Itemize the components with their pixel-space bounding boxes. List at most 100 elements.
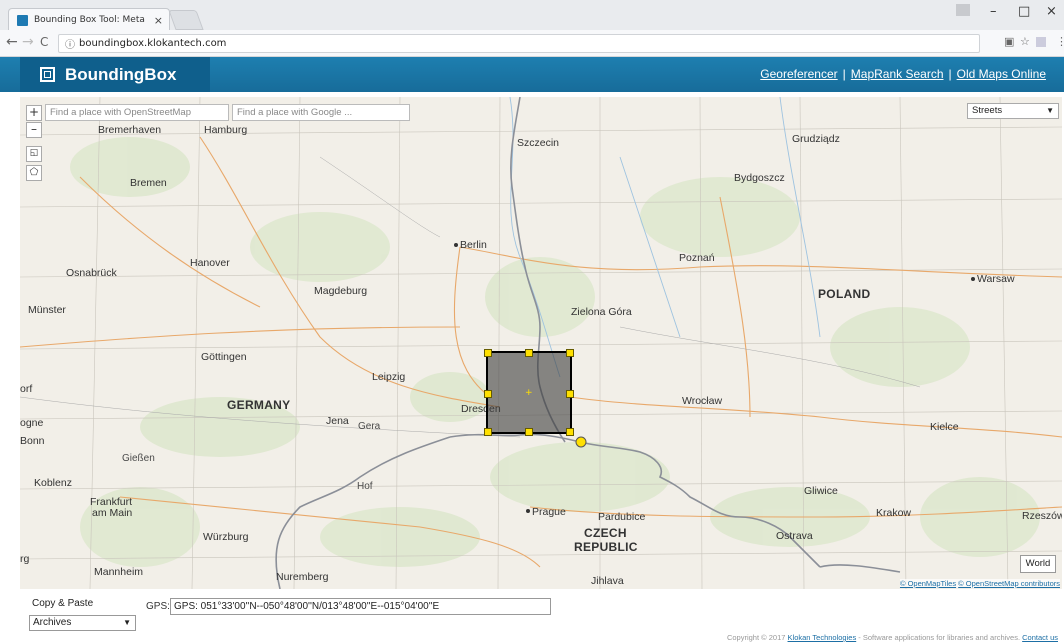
map-label: Leipzig xyxy=(372,371,406,383)
logo-text: BoundingBox xyxy=(65,64,177,84)
chevron-down-icon: ▼ xyxy=(123,618,131,627)
gps-label: GPS: xyxy=(146,601,170,612)
link-separator: | xyxy=(842,67,846,81)
map-label: Mannheim xyxy=(94,566,144,578)
browser-tab[interactable]: Bounding Box Tool: Meta × xyxy=(8,8,170,31)
tab-close-icon[interactable]: × xyxy=(154,14,163,27)
draw-rectangle-icon[interactable]: ◱ xyxy=(26,146,42,162)
map-label: ogne xyxy=(20,417,44,429)
layer-select-value: Streets xyxy=(972,105,1003,116)
map-label: Würzburg xyxy=(203,531,249,543)
map-label: Gera xyxy=(358,421,381,432)
chevron-down-icon: ▼ xyxy=(1046,106,1054,115)
map-label: Nuremberg xyxy=(276,571,329,583)
minimize-button[interactable]: – xyxy=(990,4,997,19)
address-bar-row: ← → C ⓘ boundingbox.klokantech.com ▣ ☆ ⋮ xyxy=(0,30,1064,57)
url-text: boundingbox.klokantech.com xyxy=(79,38,227,49)
footer-copyright: Copyright © 2017 xyxy=(726,633,786,642)
logo[interactable]: BoundingBox xyxy=(20,57,210,92)
map-label: Jena xyxy=(326,415,349,427)
map-label: orf xyxy=(20,383,33,395)
map-label: Bremerhaven xyxy=(98,124,162,136)
link-maprank-search[interactable]: MapRank Search xyxy=(851,67,944,81)
map-label: CZECH xyxy=(584,526,627,540)
zoom-out-button[interactable]: – xyxy=(26,122,42,138)
map-label: Münster xyxy=(28,304,66,316)
resize-handle[interactable] xyxy=(566,349,574,357)
bookmark-star-icon[interactable]: ☆ xyxy=(1020,35,1030,48)
menu-icon[interactable]: ⋮ xyxy=(1056,35,1064,48)
map-label: Hof xyxy=(357,481,373,492)
map-label: Gliwice xyxy=(804,485,838,497)
map-label: Grudziądz xyxy=(792,133,840,145)
link-georeferencer[interactable]: Georeferencer xyxy=(760,67,837,81)
format-select[interactable]: Archives ▼ xyxy=(29,615,136,631)
info-icon[interactable]: ⓘ xyxy=(65,36,75,51)
search-google-input[interactable]: Find a place with Google ... xyxy=(232,104,410,121)
resize-handle[interactable] xyxy=(484,428,492,436)
zoom-in-button[interactable]: + xyxy=(26,105,42,121)
map-label: Jihlava xyxy=(591,575,624,587)
copy-paste-label: Copy & Paste xyxy=(32,598,94,609)
map-label: am Main xyxy=(92,507,133,519)
map-label: Szczecin xyxy=(517,137,560,149)
close-window-button[interactable]: × xyxy=(1046,4,1057,19)
map-label: Gießen xyxy=(122,453,155,464)
bottom-panel: Copy & Paste Archives ▼ GPS: GPS: 051°33… xyxy=(20,592,1062,644)
map-label: Bydgoszcz xyxy=(734,172,785,184)
attribution-osm-link[interactable]: © OpenStreetMap contributors xyxy=(958,579,1060,588)
map-label: GERMANY xyxy=(227,398,291,412)
extension-icon[interactable] xyxy=(1036,37,1046,47)
gps-output-field[interactable]: GPS: 051°33'00''N--050°48'00''N/013°48'0… xyxy=(170,598,551,615)
map-label: Warsaw xyxy=(977,273,1015,285)
browser-tab-bar: Bounding Box Tool: Meta × – □ × xyxy=(0,0,1064,31)
new-tab-button[interactable] xyxy=(168,10,204,30)
resize-handle[interactable] xyxy=(484,390,492,398)
header-links: Georeferencer | MapRank Search | Old Maps On… xyxy=(760,67,1046,81)
center-move-handle[interactable]: + xyxy=(525,389,533,398)
footer: Copyright © 2017 Klokan Technologies - S… xyxy=(727,633,1058,642)
link-old-maps-online[interactable]: Old Maps Online xyxy=(957,67,1046,81)
map-label: Rzeszów xyxy=(1022,510,1062,522)
map-label: Pardubice xyxy=(598,511,646,523)
bounding-box-selection[interactable]: + xyxy=(484,349,574,436)
map-canvas[interactable]: Bremerhaven Hamburg Szczecin Grudziądz B… xyxy=(20,97,1062,589)
format-select-value: Archives xyxy=(33,617,72,628)
resize-handle[interactable] xyxy=(525,349,533,357)
map-label: Prague xyxy=(532,506,566,518)
profile-icon[interactable] xyxy=(956,4,970,16)
resize-handle[interactable] xyxy=(525,428,533,436)
map-label: Koblenz xyxy=(34,477,72,489)
resize-handle[interactable] xyxy=(566,390,574,398)
map-label: Osnabrück xyxy=(66,267,117,279)
map-label: Bonn xyxy=(20,435,45,447)
footer-company-link[interactable]: Klokan Technologies xyxy=(788,633,857,642)
map-label: Berlin xyxy=(460,239,487,251)
resize-handle[interactable] xyxy=(484,349,492,357)
reload-button[interactable]: C xyxy=(40,35,48,49)
world-button[interactable]: World xyxy=(1020,555,1056,573)
map-label: Kielce xyxy=(930,421,959,433)
back-button[interactable]: ← xyxy=(6,34,18,50)
map-label: Göttingen xyxy=(201,351,247,363)
map-label: Hamburg xyxy=(204,124,248,136)
map-label: Krakow xyxy=(876,507,912,519)
app-header: BoundingBox Georeferencer | MapRank Search… xyxy=(0,57,1064,92)
map-label: rg xyxy=(20,553,30,565)
map-label: REPUBLIC xyxy=(574,540,638,554)
favicon-icon xyxy=(17,14,28,26)
map-label: POLAND xyxy=(818,287,871,301)
search-osm-input[interactable]: Find a place with OpenStreetMap xyxy=(45,104,229,121)
contact-us-link[interactable]: Contact us xyxy=(1022,633,1058,642)
forward-button[interactable]: → xyxy=(22,34,34,50)
attribution-openmaptiles-link[interactable]: © OpenMapTiles xyxy=(900,579,956,588)
tab-title: Bounding Box Tool: Meta xyxy=(34,15,145,25)
draw-polygon-icon[interactable]: ⬠ xyxy=(26,165,42,181)
map-label: Ostrava xyxy=(776,530,813,542)
resize-handle[interactable] xyxy=(566,428,574,436)
translate-icon[interactable]: ▣ xyxy=(1004,35,1014,48)
footer-tagline: - Software applications for libraries an… xyxy=(858,633,1021,642)
maximize-button[interactable]: □ xyxy=(1018,4,1030,19)
layer-select[interactable]: Streets ▼ xyxy=(967,103,1059,119)
url-field[interactable]: ⓘ boundingbox.klokantech.com xyxy=(58,34,980,53)
